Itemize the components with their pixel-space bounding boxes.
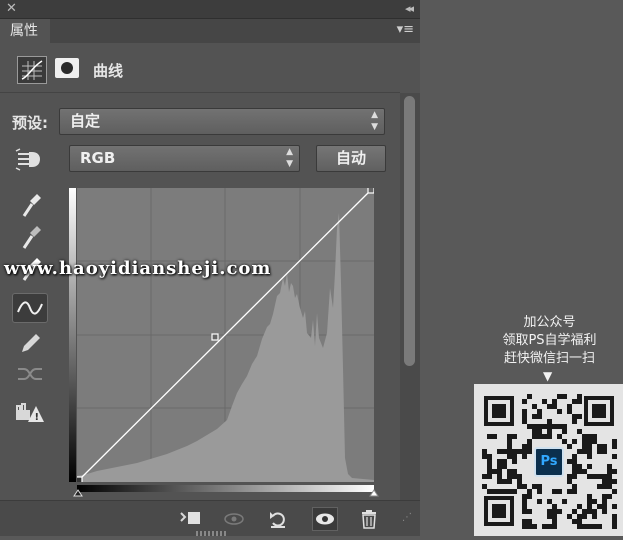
close-icon[interactable]: ✕ xyxy=(6,0,17,18)
view-previous-state-icon[interactable] xyxy=(222,507,248,531)
promo-line-2: 领取PS自学福利 xyxy=(502,333,597,348)
tab-properties[interactable]: 属性 xyxy=(0,19,50,43)
curves-adjustment-icon[interactable] xyxy=(17,56,47,84)
resize-corner-icon[interactable]: ⋰ xyxy=(402,512,412,523)
watermark-text: www.haoyidiansheji.com xyxy=(4,258,272,279)
tab-bar: 属性 ▾≡ xyxy=(0,19,420,43)
promo-line-1: 加公众号 xyxy=(523,315,576,330)
preset-label: 预设: xyxy=(12,114,48,132)
panel-menu-icon[interactable]: ▾≡ xyxy=(397,22,414,37)
divider xyxy=(0,92,400,93)
curves-graph[interactable] xyxy=(75,186,375,484)
pencil-tool-icon[interactable] xyxy=(12,327,48,357)
promo-text: 加公众号 领取PS自学福利 赶快微信扫一扫 xyxy=(476,314,623,368)
dropdown-arrows-icon: ▲ ▼ xyxy=(286,147,293,169)
smooth-curve-icon[interactable] xyxy=(12,359,48,389)
scrollbar-thumb[interactable] xyxy=(404,96,415,366)
output-gradient-bar xyxy=(69,188,76,482)
curve-point-tool-icon[interactable] xyxy=(12,293,48,323)
dropdown-arrows-icon: ▲ ▼ xyxy=(371,110,378,132)
curve-point-black[interactable] xyxy=(75,476,83,484)
panel-titlebar: ✕ ◂◂ xyxy=(0,0,420,19)
svg-text:!: ! xyxy=(35,412,40,423)
promo-line-3: 赶快微信扫一扫 xyxy=(503,351,595,366)
visibility-eye-icon[interactable] xyxy=(312,507,338,531)
ps-logo: Ps xyxy=(534,447,564,477)
target-adjustment-hand-icon[interactable] xyxy=(12,145,48,175)
clip-to-layer-icon[interactable] xyxy=(178,507,204,531)
channel-value: RGB xyxy=(80,149,116,167)
white-point-slider[interactable] xyxy=(369,489,379,497)
auto-button[interactable]: 自动 xyxy=(316,145,386,172)
preset-value: 自定 xyxy=(70,112,101,130)
eyedropper-black-icon[interactable] xyxy=(12,190,48,220)
delete-trash-icon[interactable] xyxy=(356,507,382,531)
panel-header-title: 曲线 xyxy=(93,62,124,80)
panel-resize-grip[interactable] xyxy=(196,531,226,536)
black-point-slider[interactable] xyxy=(73,489,83,497)
preset-dropdown[interactable]: 自定 ▲ ▼ xyxy=(59,108,385,135)
eyedropper-gray-icon[interactable] xyxy=(12,222,48,252)
reset-icon[interactable] xyxy=(265,507,291,531)
clipping-warning-icon[interactable]: ! xyxy=(12,398,48,428)
down-arrow-icon: ▼ xyxy=(543,369,553,383)
channel-dropdown[interactable]: RGB ▲ ▼ xyxy=(69,145,300,172)
input-sliders[interactable] xyxy=(72,489,380,497)
layer-mask-icon[interactable] xyxy=(55,58,79,78)
collapse-icon[interactable]: ◂◂ xyxy=(405,0,414,18)
curve-point-mid[interactable] xyxy=(211,333,219,341)
curves-graph-svg[interactable] xyxy=(75,186,375,484)
curve-point-white[interactable] xyxy=(367,186,375,194)
